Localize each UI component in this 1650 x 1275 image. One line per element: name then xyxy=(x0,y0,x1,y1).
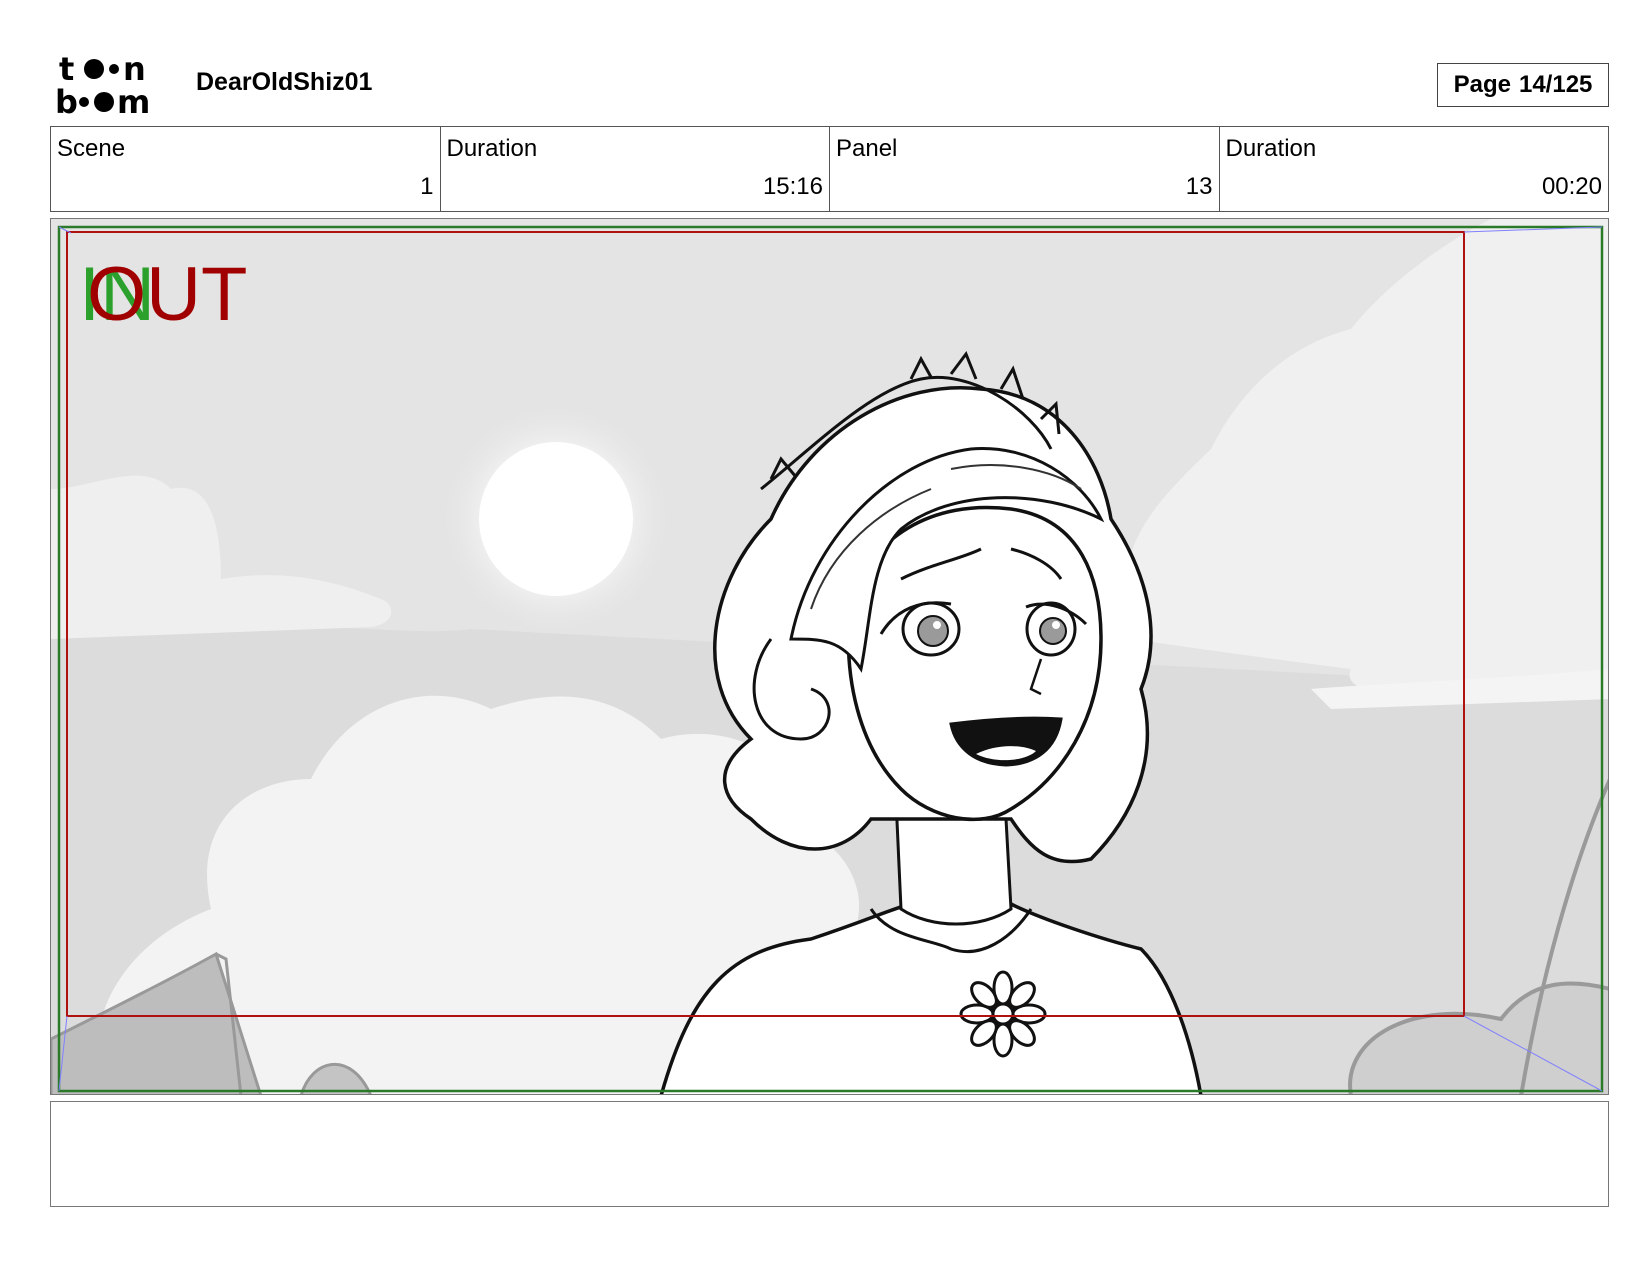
panel-value: 13 xyxy=(1185,173,1213,200)
svg-text:b: b xyxy=(55,83,78,116)
scene-value: 1 xyxy=(420,173,434,200)
scene-cell: Scene 1 xyxy=(51,127,441,211)
panel-label: Panel xyxy=(836,135,898,162)
page-label: Page xyxy=(1453,71,1511,98)
scene-duration-label: Duration xyxy=(446,135,538,162)
toon-boom-logo: t n b m xyxy=(55,52,150,116)
svg-text:m: m xyxy=(117,83,150,116)
project-title: DearOldShiz01 xyxy=(196,68,373,96)
panel-notes-box xyxy=(50,1101,1609,1207)
storyboard-panel: IN OUT xyxy=(50,218,1609,1095)
panel-duration-label: Duration xyxy=(1225,135,1317,162)
scene-duration-cell: Duration 15:16 xyxy=(441,127,830,211)
panel-duration-cell: Duration 00:20 xyxy=(1220,127,1609,211)
scene-label: Scene xyxy=(57,135,126,162)
panel-cell: Panel 13 xyxy=(830,127,1220,211)
flower-brooch xyxy=(959,970,1047,1058)
page-indicator: Page 14/125 xyxy=(1437,63,1609,107)
panel-info-table: Scene 1 Duration 15:16 Panel 13 Duration… xyxy=(50,126,1609,212)
panel-duration-value: 00:20 xyxy=(1541,173,1602,200)
page-number: 14/125 xyxy=(1518,71,1593,98)
panel-artwork xyxy=(51,219,1608,1094)
scene-duration-value: 15:16 xyxy=(762,173,823,200)
out-marker: OUT xyxy=(87,252,248,337)
